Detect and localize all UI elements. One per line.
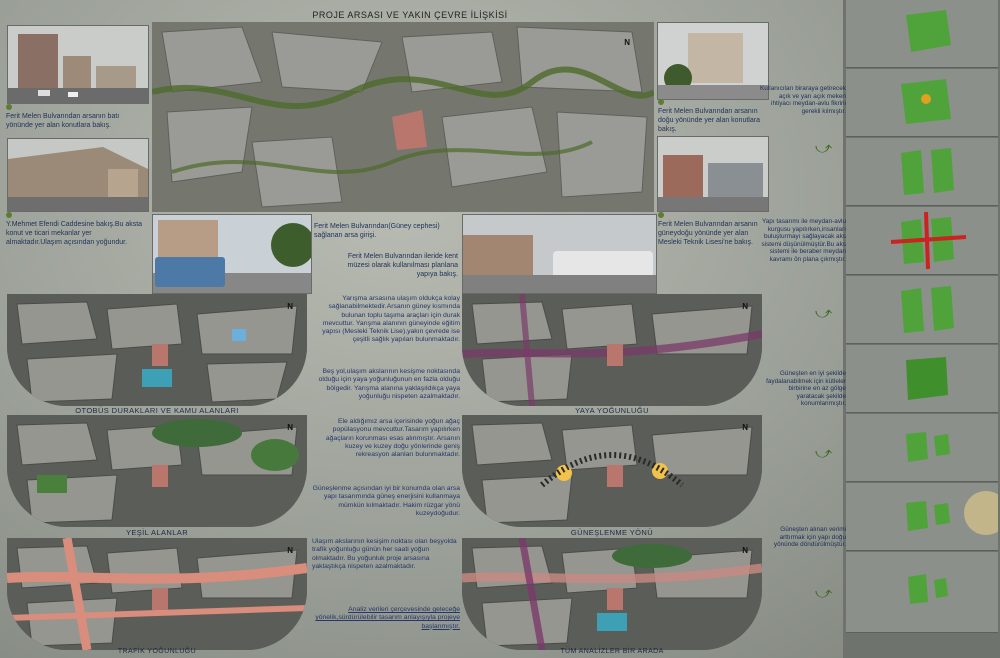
map-pedestrian-density: N xyxy=(462,294,762,406)
step-8-tile xyxy=(846,483,998,551)
text-sun-masses: Güneşten en iyi şekilde faydalanabilmek … xyxy=(766,370,846,408)
north-arrow-icon: N xyxy=(742,423,748,432)
north-arrow-icon: N xyxy=(287,546,293,555)
caption-text: Ferit Melen Bulvarından arsanın güneydoğ… xyxy=(658,221,758,246)
photo-museum-building xyxy=(462,214,657,294)
map-bus-stops-public: N xyxy=(7,294,307,406)
photo-museum-image xyxy=(463,215,656,293)
location-pin-icon xyxy=(6,212,12,218)
caption-mehmet-efendi: Y.Mehmet Efendi Caddesine bakış.Bu aksta… xyxy=(6,212,146,247)
north-arrow-icon: N xyxy=(624,38,630,47)
step-4-tile xyxy=(846,207,998,275)
label-bus-stops: OTOBÜS DURAKLARI VE KAMU ALANLARI xyxy=(75,406,239,415)
photo-east-image xyxy=(658,23,768,99)
north-arrow-icon: N xyxy=(287,423,293,432)
text-courtyard-need: Kullanıcıları biraraya getirecek açık ve… xyxy=(760,85,846,115)
central-map-drawing xyxy=(152,22,654,212)
caption-city-museum: Ferit Melen Bulvarından ileride kent müz… xyxy=(330,252,459,279)
curved-arrow-icon: ⤻ xyxy=(815,445,833,462)
photo-east-housing xyxy=(657,22,769,100)
step-1-tile xyxy=(846,0,998,68)
curved-arrow-icon: ⤻ xyxy=(815,140,833,157)
photo-entrance-image xyxy=(153,215,311,293)
caption-site-entrance: Ferit Melen Bulvarından(Güney cephesi) s… xyxy=(314,222,459,240)
photo-street-image xyxy=(8,139,148,211)
label-sun-direction: GÜNEŞLENME YÖNÜ xyxy=(570,528,654,537)
text-axis-system: Yapı tasarımı ile meydan-avlu kurgusu ya… xyxy=(761,218,846,263)
label-all-analyses: TÜM ANALİZLER BİR ARADA xyxy=(560,648,664,655)
text-bus-analysis: Yarışma arsasına ulaşım oldukça kolay sa… xyxy=(322,295,460,344)
north-arrow-icon: N xyxy=(742,546,748,555)
map-traffic-density: N xyxy=(7,538,307,650)
step-5-tile xyxy=(846,276,998,344)
photo-technical-school xyxy=(657,136,769,212)
caption-text: Ferit Melen Bulvarından arsanın batı yön… xyxy=(6,113,120,129)
map-all-analyses: N xyxy=(462,538,762,650)
central-site-map: N xyxy=(152,22,654,212)
map-green-areas: N xyxy=(7,415,307,527)
text-rotation: Güneşten alınan verimi arttırmak için ya… xyxy=(773,526,846,549)
label-green-areas: YEŞİL ALANLAR xyxy=(125,528,189,537)
map-green-drawing xyxy=(7,415,307,527)
step-3-tile xyxy=(846,138,998,206)
map-sun-drawing xyxy=(462,415,762,527)
caption-technical-school: Ferit Melen Bulvarından arsanın güneydoğ… xyxy=(658,212,768,247)
location-pin-icon xyxy=(6,104,12,110)
caption-text: Ferit Melen Bulvarından(Güney cephesi) s… xyxy=(314,223,440,239)
photo-school-image xyxy=(658,137,768,211)
caption-text: Ferit Melen Bulvarından arsanın doğu yön… xyxy=(658,108,760,133)
north-arrow-icon: N xyxy=(287,302,293,311)
map-all-drawing xyxy=(462,538,762,650)
label-traffic: TRAFİK YOĞUNLUĞU xyxy=(117,648,197,655)
text-sun-analysis: Güneşlenme açısından iyi bir konumda ola… xyxy=(312,485,460,517)
location-pin-icon xyxy=(658,212,664,218)
map-traffic-drawing xyxy=(7,538,307,650)
photo-west-housing xyxy=(7,25,149,104)
photo-west-housing-image xyxy=(8,26,148,103)
photo-mehmet-efendi-street xyxy=(7,138,149,212)
curved-arrow-icon: ⤻ xyxy=(815,585,833,602)
north-arrow-icon: N xyxy=(742,302,748,311)
map-bus-drawing xyxy=(7,294,307,406)
label-pedestrian: YAYA YOĞUNLUĞU xyxy=(575,406,649,415)
caption-text: Ferit Melen Bulvarından ileride kent müz… xyxy=(347,253,459,278)
page-title: PROJE ARSASI VE YAKIN ÇEVRE İLİŞKİSİ xyxy=(312,10,508,20)
caption-text: Y.Mehmet Efendi Caddesine bakış.Bu aksta… xyxy=(6,221,143,246)
caption-east-housing: Ferit Melen Bulvarından arsanın doğu yön… xyxy=(658,99,768,134)
text-traffic-analysis: Ulaşım akslarının kesişim noktası olan b… xyxy=(312,538,457,570)
map-pedestrian-drawing xyxy=(462,294,762,406)
curved-arrow-icon: ⤻ xyxy=(815,305,833,322)
location-pin-icon xyxy=(658,99,664,105)
step-9-tile xyxy=(846,552,998,633)
step-7-tile xyxy=(846,414,998,482)
text-green-analysis: Ele aldığımız arsa içerisinde yoğun ağaç… xyxy=(325,418,460,459)
caption-west-housing: Ferit Melen Bulvarından arsanın batı yön… xyxy=(6,104,146,130)
step-6-tile xyxy=(846,345,998,413)
step-2-tile xyxy=(846,69,998,137)
text-design-conclusion: Analiz verileri çerçevesinde geleceğe yö… xyxy=(315,606,460,630)
text-pedestrian-analysis: Beş yol,ulaşım akslarının kesişme noktas… xyxy=(318,368,460,400)
map-sun-direction: N xyxy=(462,415,762,527)
photo-site-entrance xyxy=(152,214,312,294)
